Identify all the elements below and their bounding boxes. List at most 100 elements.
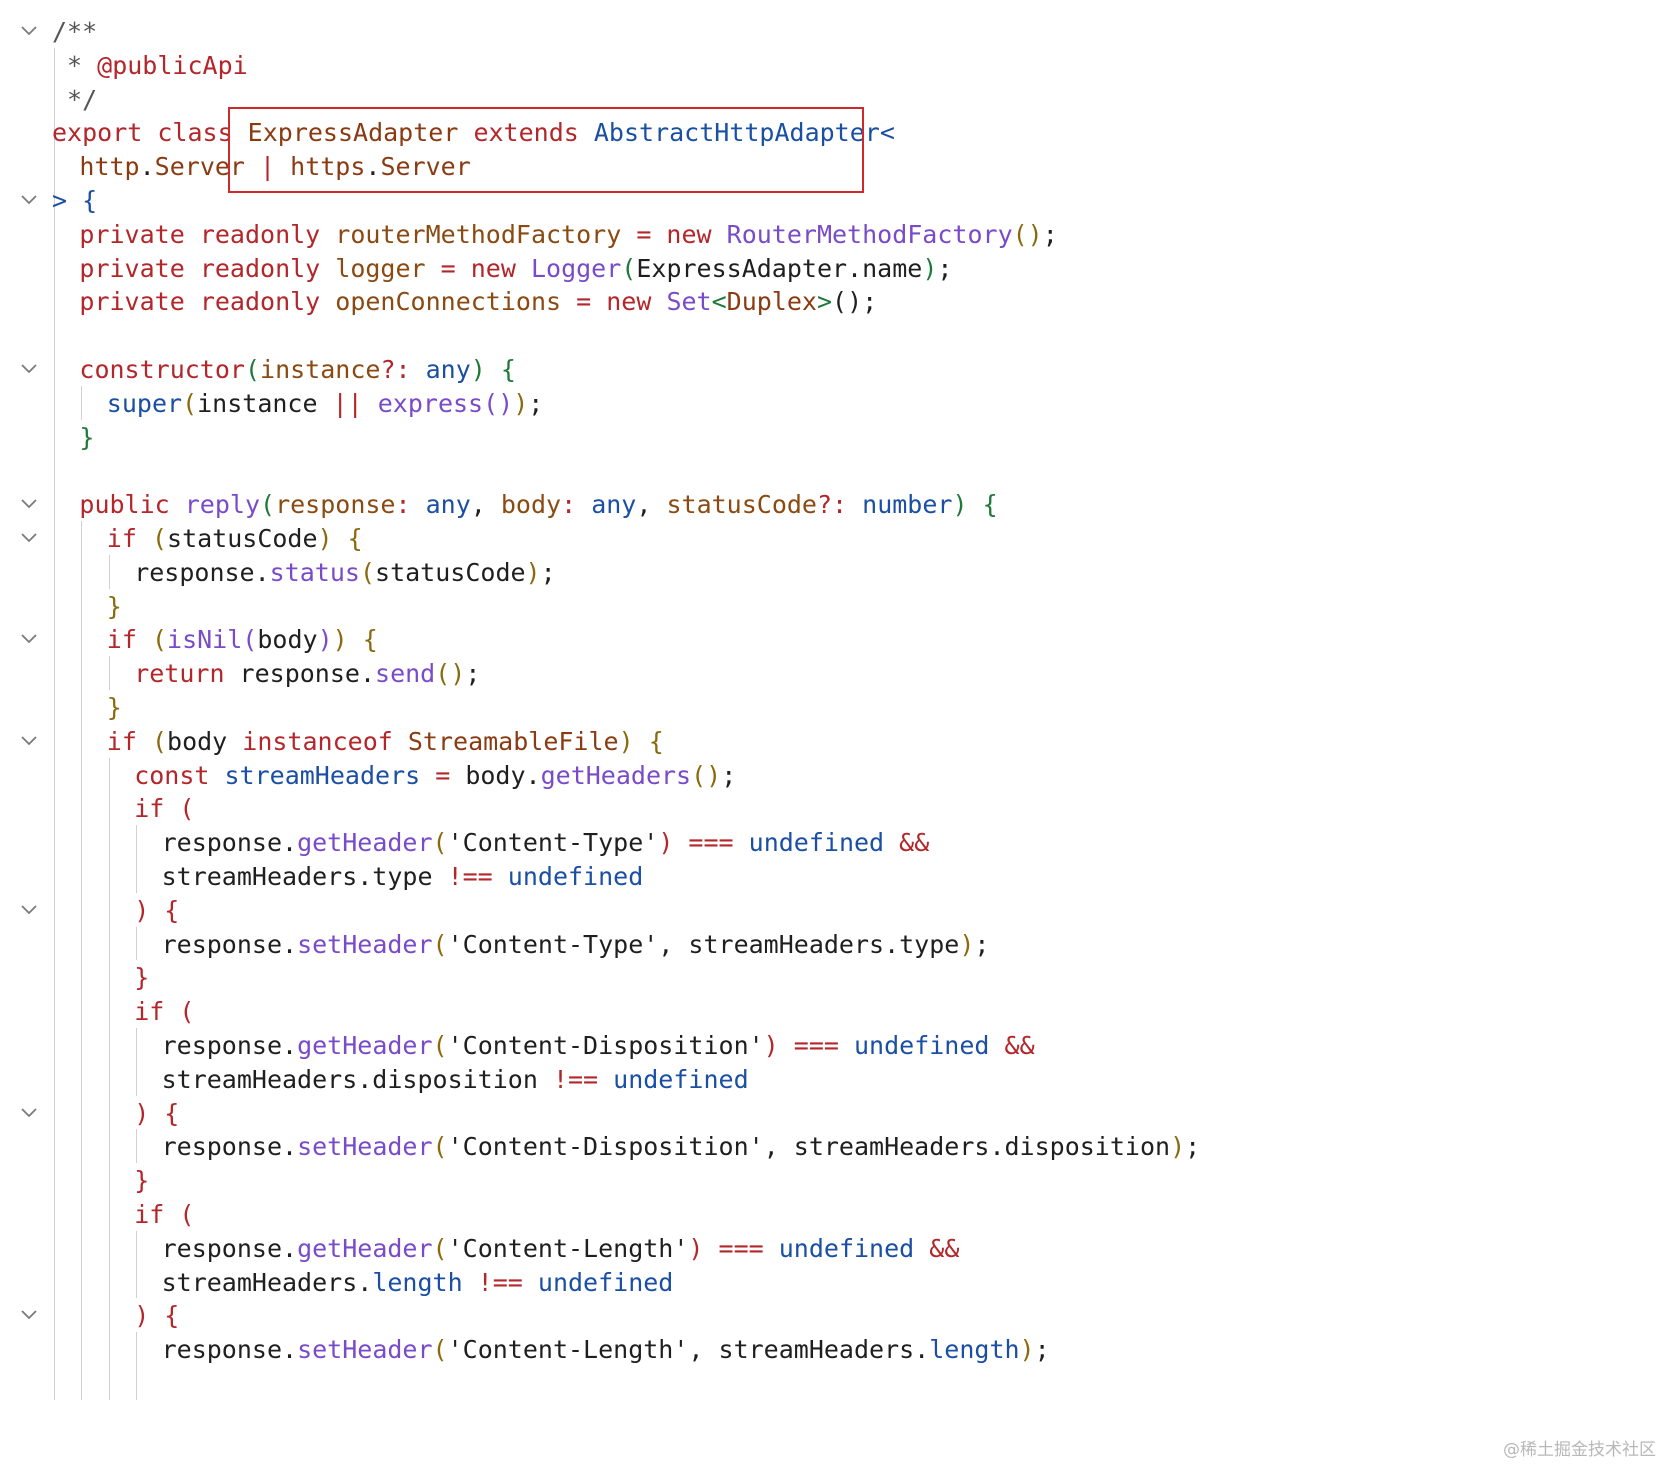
code-token: undefined — [778, 1233, 915, 1263]
code-token: body. — [465, 760, 541, 790]
code-token: ; — [540, 557, 556, 587]
code-line[interactable]: response.setHeader('Content-Length', str… — [0, 1332, 1668, 1368]
code-line[interactable]: if ( — [0, 791, 1668, 827]
code-token: status — [269, 557, 360, 587]
code-line[interactable]: response.getHeader('Content-Disposition'… — [0, 1028, 1668, 1064]
code-text: } — [79, 420, 94, 456]
code-token: } — [79, 422, 95, 452]
code-line[interactable]: ) { — [0, 1096, 1668, 1132]
code-line[interactable]: response.setHeader('Content-Type', strea… — [0, 927, 1668, 963]
code-token: body — [167, 726, 243, 756]
chevron-down-icon[interactable] — [20, 901, 38, 919]
code-token: === — [703, 1233, 779, 1263]
code-line[interactable]: streamHeaders.length !== undefined — [0, 1265, 1668, 1301]
code-editor[interactable]: /** * @publicApi */export class ExpressA… — [0, 0, 1668, 1468]
code-token: body — [257, 625, 318, 655]
code-token: Set — [666, 287, 712, 317]
code-token: reply — [184, 490, 261, 520]
code-line[interactable]: } — [0, 690, 1668, 726]
code-line[interactable]: } — [0, 589, 1668, 625]
code-line[interactable]: } — [0, 960, 1668, 996]
code-text: if ( — [134, 994, 194, 1030]
code-line[interactable]: public reply(response: any, body: any, s… — [0, 487, 1668, 523]
code-text: constructor(instance?: any) { — [79, 352, 516, 388]
code-token: Duplex — [726, 287, 817, 317]
code-token: getHeader — [297, 1233, 433, 1263]
chevron-down-icon[interactable] — [20, 22, 38, 40]
code-token: ; — [528, 388, 544, 418]
code-token: . — [139, 152, 155, 182]
code-line[interactable]: if ( — [0, 1197, 1668, 1233]
code-text: private readonly routerMethodFactory = n… — [79, 217, 1057, 253]
code-token: } — [134, 963, 150, 993]
code-line[interactable]: if (statusCode) { — [0, 521, 1668, 557]
code-line[interactable]: private readonly routerMethodFactory = n… — [0, 217, 1668, 253]
code-line[interactable]: ) { — [0, 893, 1668, 929]
code-line[interactable]: private readonly openConnections = new S… — [0, 284, 1668, 320]
code-token: ( — [179, 1200, 195, 1229]
chevron-down-icon[interactable] — [20, 191, 38, 209]
code-line[interactable]: constructor(instance?: any) { — [0, 352, 1668, 388]
code-text: ) { — [134, 1096, 179, 1132]
code-text: /** — [52, 14, 97, 50]
code-token: readonly — [199, 287, 336, 317]
code-token: ( — [244, 355, 261, 384]
code-token: () — [435, 659, 466, 689]
chevron-down-icon[interactable] — [20, 1104, 38, 1122]
code-line[interactable]: streamHeaders.disposition !== undefined — [0, 1062, 1668, 1098]
code-token: ) — [317, 625, 333, 655]
code-line[interactable]: streamHeaders.type !== undefined — [0, 859, 1668, 895]
code-token: * — [52, 50, 98, 80]
code-line[interactable]: response.getHeader('Content-Type') === u… — [0, 825, 1668, 861]
chevron-down-icon[interactable] — [20, 630, 38, 648]
code-text: } — [134, 960, 149, 996]
code-token: setHeader — [297, 1132, 433, 1162]
code-text: if ( — [134, 1197, 194, 1233]
code-token: { — [164, 1098, 180, 1128]
code-line[interactable]: response.status(statusCode); — [0, 555, 1668, 591]
code-token: new — [470, 253, 531, 283]
code-token: if — [106, 625, 152, 655]
code-line[interactable]: } — [0, 1163, 1668, 1199]
code-token: response. — [161, 1031, 298, 1060]
code-line[interactable]: response.setHeader('Content-Disposition'… — [0, 1129, 1668, 1165]
code-line[interactable] — [0, 453, 1668, 489]
code-token: ?: — [380, 355, 426, 384]
chevron-down-icon[interactable] — [20, 1306, 38, 1324]
code-token: ; — [1034, 1335, 1050, 1365]
code-token: streamHeaders.disposition — [161, 1064, 553, 1094]
code-token: () — [691, 760, 722, 790]
code-token: : — [395, 490, 426, 520]
code-line[interactable]: ) { — [0, 1298, 1668, 1334]
code-line[interactable]: response.getHeader('Content-Length') ===… — [0, 1231, 1668, 1267]
code-token: = — [561, 287, 607, 317]
chevron-down-icon[interactable] — [20, 732, 38, 750]
code-token: send — [375, 659, 436, 689]
code-line[interactable]: super(instance || express()); — [0, 386, 1668, 422]
code-line[interactable]: return response.send(); — [0, 656, 1668, 692]
code-token: 'Content-Type', streamHeaders.type — [447, 929, 960, 959]
code-text: streamHeaders.type !== undefined — [162, 859, 644, 895]
code-line[interactable]: if ( — [0, 994, 1668, 1030]
code-token: StreamableFile — [407, 726, 619, 756]
code-line[interactable] — [0, 318, 1668, 354]
chevron-down-icon[interactable] — [20, 360, 38, 378]
code-token: number — [862, 490, 953, 520]
code-line[interactable]: /** — [0, 14, 1668, 50]
code-token: { — [982, 490, 998, 520]
code-line[interactable]: } — [0, 420, 1668, 456]
chevron-down-icon[interactable] — [20, 529, 38, 547]
code-line[interactable]: const streamHeaders = body.getHeaders(); — [0, 758, 1668, 794]
code-line[interactable]: if (body instanceof StreamableFile) { — [0, 724, 1668, 760]
code-token: ( — [179, 794, 195, 824]
code-token: if — [134, 794, 180, 824]
code-text: response.setHeader('Content-Length', str… — [162, 1332, 1050, 1368]
code-line[interactable]: * @publicApi — [0, 48, 1668, 84]
code-token: 'Content-Length' — [447, 1233, 689, 1263]
code-line[interactable]: if (isNil(body)) { — [0, 622, 1668, 658]
code-token: super — [106, 388, 183, 418]
code-token: && — [914, 1233, 960, 1263]
chevron-down-icon[interactable] — [20, 495, 38, 513]
code-line[interactable]: private readonly logger = new Logger(Exp… — [0, 251, 1668, 287]
code-token: response. — [161, 1335, 298, 1365]
